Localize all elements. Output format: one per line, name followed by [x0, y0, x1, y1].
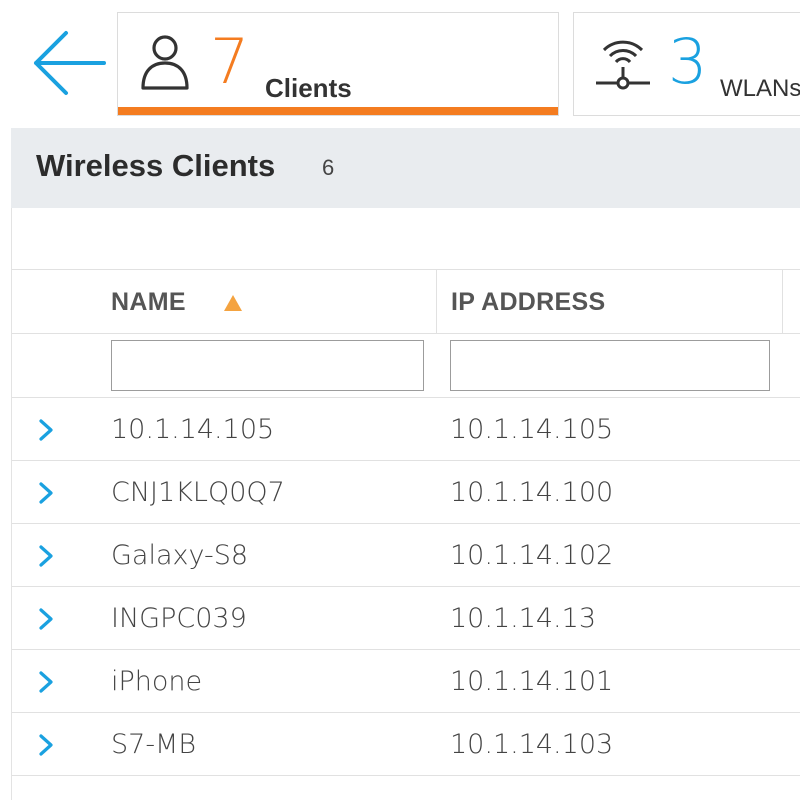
- table-row[interactable]: S7-MB 10.1.14.103: [12, 713, 800, 776]
- chevron-right-icon[interactable]: [38, 482, 54, 504]
- chevron-right-icon[interactable]: [38, 608, 54, 630]
- client-name: iPhone: [111, 666, 203, 697]
- name-filter-input[interactable]: [111, 340, 424, 391]
- panel-header: Wireless Clients 6: [11, 128, 800, 208]
- tab-wlans[interactable]: 3 WLANs: [573, 12, 800, 116]
- client-name: CNJ1KLQ0Q7: [111, 477, 285, 508]
- column-header-ip-label: IP ADDRESS: [451, 288, 606, 316]
- client-ip: 10.1.14.101: [450, 666, 614, 697]
- top-nav-bar: 7 Clients 3 WLANs: [0, 0, 800, 128]
- chevron-right-icon[interactable]: [38, 734, 54, 756]
- table-row[interactable]: iPhone 10.1.14.101: [12, 650, 800, 713]
- column-header-name[interactable]: NAME: [111, 270, 436, 334]
- back-button[interactable]: [28, 24, 108, 104]
- page-title: Wireless Clients: [36, 148, 276, 183]
- ip-filter-input[interactable]: [450, 340, 770, 391]
- chevron-right-icon[interactable]: [38, 671, 54, 693]
- wifi-access-point-icon: [596, 40, 650, 90]
- client-ip: 10.1.14.102: [450, 540, 614, 571]
- client-name: 10.1.14.105: [111, 414, 275, 445]
- client-name: S7-MB: [111, 729, 197, 760]
- table-row[interactable]: INGPC039 10.1.14.13: [12, 587, 800, 650]
- client-ip: 10.1.14.13: [450, 603, 596, 634]
- wlans-count: 3: [668, 25, 708, 98]
- table-row[interactable]: Galaxy-S8 10.1.14.102: [12, 524, 800, 587]
- tab-clients[interactable]: 7 Clients: [117, 12, 559, 116]
- filter-row: [12, 334, 800, 398]
- column-header-ip-address[interactable]: IP ADDRESS: [436, 270, 782, 334]
- column-header-name-label: NAME: [111, 288, 186, 316]
- arrow-left-icon: [34, 31, 106, 95]
- client-ip: 10.1.14.103: [450, 729, 614, 760]
- sort-ascending-icon: [224, 295, 242, 311]
- client-name: Galaxy-S8: [111, 540, 249, 571]
- tab-wlans-label: WLANs: [720, 75, 800, 102]
- column-header-next[interactable]: [782, 270, 800, 334]
- tab-clients-label: Clients: [265, 73, 352, 103]
- client-ip: 10.1.14.105: [450, 414, 614, 445]
- client-name: INGPC039: [111, 603, 247, 634]
- client-ip: 10.1.14.100: [450, 477, 614, 508]
- user-icon: [141, 35, 189, 90]
- clients-count: 7: [210, 25, 250, 98]
- table-header: NAME IP ADDRESS: [12, 270, 800, 334]
- table-row[interactable]: CNJ1KLQ0Q7 10.1.14.100: [12, 461, 800, 524]
- table-row[interactable]: 10.1.14.105 10.1.14.105: [12, 398, 800, 461]
- active-tab-indicator: [118, 107, 558, 115]
- client-total-count: 6: [322, 155, 335, 180]
- chevron-right-icon[interactable]: [38, 545, 54, 567]
- clients-table-panel: NAME IP ADDRESS 10.1.14.105 10.1.14.105 …: [11, 208, 800, 800]
- table-toolbar: [12, 208, 800, 270]
- chevron-right-icon[interactable]: [38, 419, 54, 441]
